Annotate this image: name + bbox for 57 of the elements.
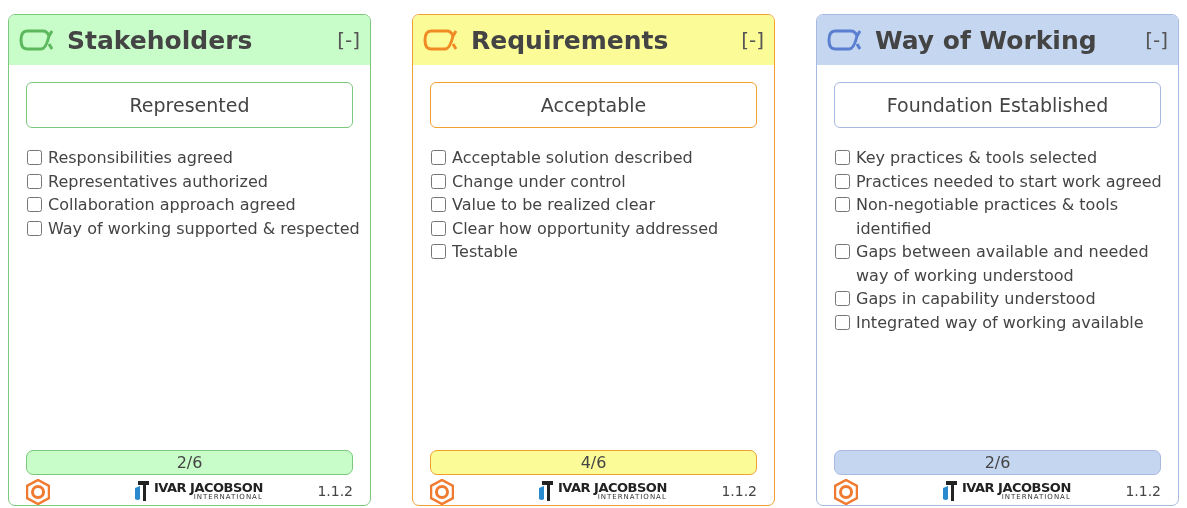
collapse-button[interactable]: [-] (1145, 28, 1168, 52)
version-label: 1.1.2 (317, 483, 353, 499)
checklist-checkbox[interactable] (27, 220, 42, 236)
checklist-checkbox[interactable] (27, 150, 42, 165)
hexagon-icon (26, 479, 50, 505)
alpha-icon (827, 29, 861, 51)
card-title: Stakeholders (67, 25, 254, 55)
checklist-label: Key practices & tools selected (856, 147, 1098, 169)
checklist-checkbox[interactable] (835, 197, 850, 212)
checklist-label: Integrated way of working available (856, 311, 1144, 334)
logo-name: IVAR JACOBSON (962, 481, 1071, 494)
checklist-checkbox[interactable] (431, 173, 446, 189)
checklist-label: Practices needed to start work agreed (856, 170, 1162, 193)
card-title: Way of Working (875, 25, 1098, 55)
checklist-checkbox[interactable] (835, 314, 850, 330)
checklist-checkbox[interactable] (431, 197, 446, 212)
checklist-checkbox[interactable] (27, 173, 42, 189)
checklist-checkbox[interactable] (835, 291, 850, 306)
checklist-checkbox[interactable] (431, 150, 446, 165)
checklist-label: Clear how opportunity addressed (452, 217, 719, 240)
checklist-label: Acceptable solution described (452, 147, 693, 169)
logo-mark-icon (942, 479, 958, 503)
collapse-button[interactable]: [-] (741, 28, 764, 52)
version-label: 1.1.2 (1125, 483, 1161, 499)
checklist-label: Representatives authorized (48, 170, 268, 193)
checklist-label: Testable (452, 241, 518, 263)
checklist-checkbox[interactable] (835, 244, 850, 259)
checklist-checkbox[interactable] (431, 220, 446, 236)
progress-bar: 2/6 (26, 450, 353, 475)
state-name: Acceptable (430, 82, 757, 128)
checklist-checkbox[interactable] (835, 150, 850, 165)
card-title: Requirements (471, 25, 670, 55)
alpha-icon (423, 29, 457, 51)
logo-name: IVAR JACOBSON (154, 481, 263, 494)
logo-name: IVAR JACOBSON (558, 481, 667, 494)
checklist-label: Collaboration approach agreed (48, 194, 296, 216)
version-label: 1.1.2 (721, 483, 757, 499)
collapse-button[interactable]: [-] (337, 28, 360, 52)
state-name: Represented (26, 82, 353, 128)
checklist-label: Non-negotiable practices & tools identified (856, 194, 1119, 240)
checklist-label: Change under control (452, 170, 626, 193)
checklist-checkbox[interactable] (27, 197, 42, 212)
progress-bar: 4/6 (430, 450, 757, 475)
hexagon-icon (430, 479, 454, 505)
checklist-checkbox[interactable] (835, 173, 850, 189)
checklist-checkbox[interactable] (431, 244, 446, 259)
checklist-label: Gaps between available and needed way of working understood (856, 241, 1150, 287)
checklist-label: Gaps in capability understood (856, 288, 1096, 310)
checklist-label: Responsibilities agreed (48, 147, 233, 169)
logo-mark-icon (538, 479, 554, 503)
progress-bar: 2/6 (834, 450, 1161, 475)
state-name: Foundation Established (834, 82, 1161, 128)
checklist-label: Way of working supported & respected (48, 217, 360, 240)
logo-mark-icon (134, 479, 150, 503)
alpha-icon (19, 29, 53, 51)
hexagon-icon (834, 479, 858, 505)
checklist-label: Value to be realized clear (452, 194, 655, 216)
